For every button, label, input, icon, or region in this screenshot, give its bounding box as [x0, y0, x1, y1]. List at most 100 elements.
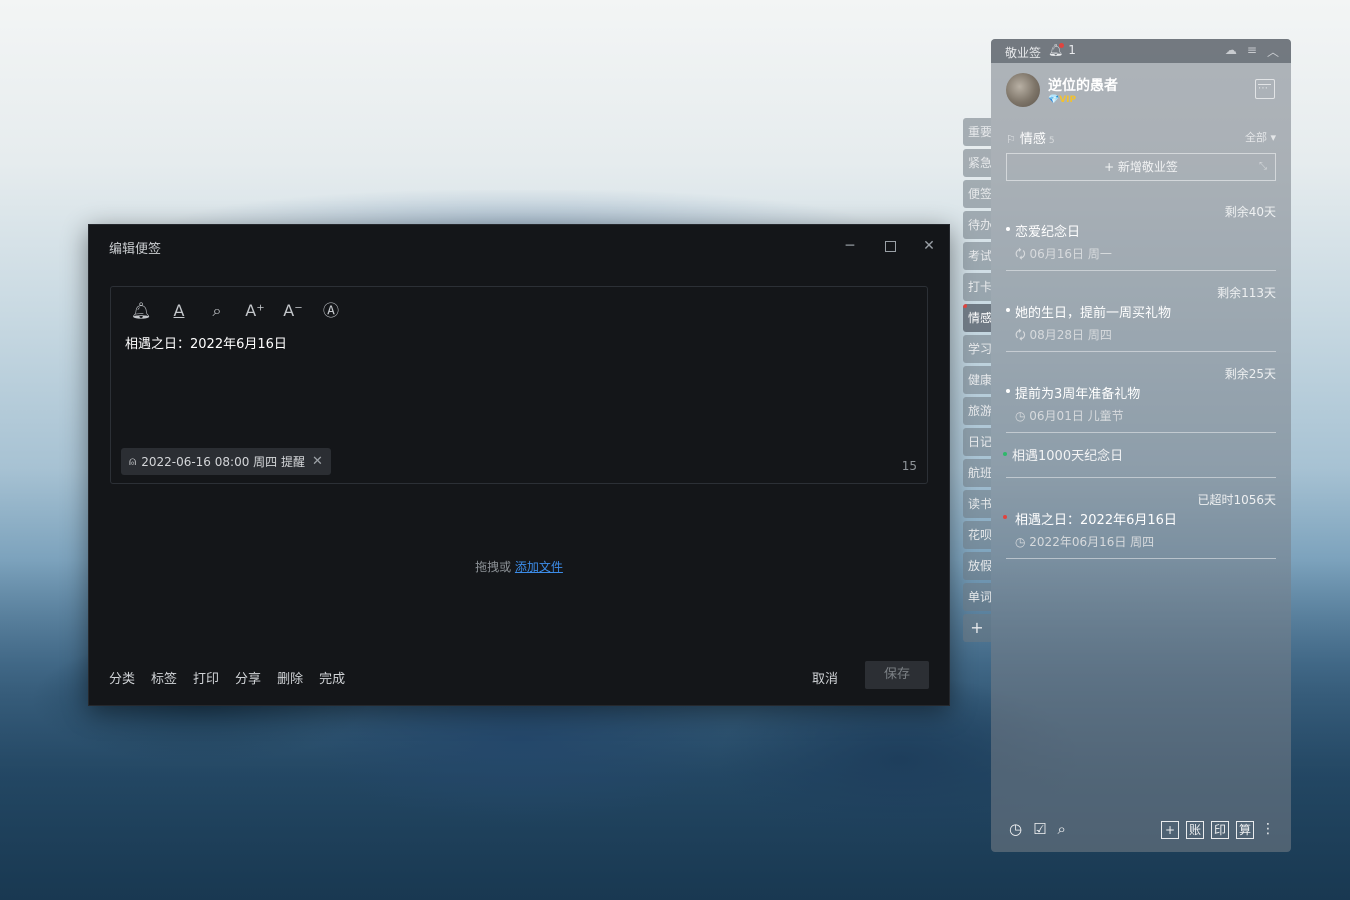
note-remain: 剩余40天: [1224, 205, 1276, 219]
note-remain: 剩余25天: [1224, 367, 1276, 381]
history-icon[interactable]: ◷: [1009, 820, 1022, 838]
note-remain: 剩余113天: [1217, 286, 1276, 300]
add-category-button[interactable]: +: [963, 614, 991, 642]
bottom-right-buttons: + 账 印 算 ⋮: [1161, 821, 1275, 839]
new-note-button[interactable]: + 新增敬业签 ⤡: [1006, 153, 1276, 181]
cancel-button[interactable]: 取消: [812, 668, 838, 687]
tab-diary[interactable]: 日记: [963, 428, 991, 456]
tab-emotion-label: 情感: [968, 311, 991, 325]
format-toolbar: 🔔︎ A ⌕ A⁺ A⁻ Ⓐ: [129, 299, 343, 323]
panel-header: 敬业签 🔔︎ 1 ☁ ≡ ︿: [991, 39, 1291, 63]
avatar[interactable]: [1006, 73, 1040, 107]
tab-reading[interactable]: 读书: [963, 490, 991, 518]
tab-health[interactable]: 健康: [963, 366, 991, 394]
vip-badge: 💎VIP: [1048, 95, 1077, 105]
tag-button[interactable]: 标签: [151, 668, 177, 687]
category-count: 5: [1048, 136, 1055, 146]
tab-study[interactable]: 学习: [963, 335, 991, 363]
note-bullet: [1003, 515, 1007, 519]
new-note-label: + 新增敬业签: [1104, 160, 1178, 174]
complete-button[interactable]: 完成: [319, 668, 345, 687]
tab-important[interactable]: 重要: [963, 118, 991, 146]
file-dropzone[interactable]: 拖拽或 添加文件: [89, 558, 949, 575]
delete-button[interactable]: 删除: [277, 668, 303, 687]
unread-dot: [963, 304, 967, 308]
tab-holiday[interactable]: 放假: [963, 552, 991, 580]
filter-dropdown[interactable]: 全部 ▾: [1245, 129, 1276, 145]
dialog-title: 编辑便签: [109, 242, 162, 257]
save-button[interactable]: 保存: [865, 661, 929, 689]
dropzone-text: 拖拽或: [475, 560, 515, 574]
tab-words[interactable]: 单词: [963, 583, 991, 611]
tab-urgent[interactable]: 紧急: [963, 149, 991, 177]
menu-icon[interactable]: ≡: [1247, 43, 1257, 60]
note-remain: 已超时1056天: [1197, 493, 1276, 507]
note-item[interactable]: 已超时1056天 相遇之日：2022年6月16日 ◷ 2022年06月16日 周…: [1003, 491, 1276, 559]
collapse-icon[interactable]: ︿: [1267, 43, 1279, 60]
todo-check-icon[interactable]: ☑: [1033, 820, 1046, 838]
tab-todo[interactable]: 待办: [963, 211, 991, 239]
more-icon[interactable]: ⋮: [1261, 821, 1275, 839]
divider: [1006, 351, 1276, 352]
divider: [1006, 432, 1276, 433]
minimize-button[interactable]: ─: [839, 235, 861, 257]
close-button[interactable]: ✕: [918, 235, 940, 257]
calculator-button[interactable]: 算: [1236, 821, 1254, 839]
current-category: ⚐ 情感 5 全部 ▾: [1006, 128, 1276, 147]
cloud-sync-icon[interactable]: ☁: [1225, 43, 1237, 60]
tab-exam[interactable]: 考试: [963, 242, 991, 270]
note-title: 相遇1000天纪念日: [1012, 449, 1124, 464]
expand-icon[interactable]: ⤡: [1259, 154, 1267, 180]
note-bullet: [1006, 389, 1010, 393]
share-button[interactable]: 分享: [235, 668, 261, 687]
search-icon[interactable]: ⌕: [1058, 820, 1066, 838]
add-note-button[interactable]: +: [1161, 821, 1179, 839]
tab-flight[interactable]: 航班: [963, 459, 991, 487]
note-meta: ◷ 2022年06月16日 周四: [1015, 535, 1155, 549]
bell-icon[interactable]: 🔔︎: [129, 299, 153, 323]
maximize-button[interactable]: [879, 235, 901, 257]
print-button[interactable]: 印: [1211, 821, 1229, 839]
calendar-icon[interactable]: [1255, 79, 1275, 99]
tab-memo[interactable]: 便签: [963, 180, 991, 208]
note-title: 提前为3周年准备礼物: [1015, 387, 1141, 402]
text-recognize-icon[interactable]: Ⓐ: [319, 299, 343, 323]
panel-top-icons: ☁ ≡ ︿: [1225, 43, 1279, 60]
tab-travel[interactable]: 旅游: [963, 397, 991, 425]
reminder-chip[interactable]: ⍝ 2022-06-16 08:00 周四 提醒 ✕: [121, 448, 331, 475]
note-item[interactable]: 剩余40天 恋爱纪念日 🗘 06月16日 周一: [1006, 203, 1276, 271]
notification-button[interactable]: 🔔︎ 1: [1048, 43, 1076, 57]
note-title: 她的生日，提前一周买礼物: [1015, 306, 1172, 321]
font-color-icon[interactable]: A: [167, 299, 191, 323]
note-meta: ◷ 06月01日 儿童节: [1015, 409, 1124, 423]
note-title: 恋爱纪念日: [1015, 225, 1081, 240]
note-editor[interactable]: 🔔︎ A ⌕ A⁺ A⁻ Ⓐ 相遇之日：2022年6月16日 ⍝ 2022-06…: [110, 286, 928, 484]
account-button[interactable]: 账: [1186, 821, 1204, 839]
tab-huabei[interactable]: 花呗: [963, 521, 991, 549]
font-increase-icon[interactable]: A⁺: [243, 299, 267, 323]
panel-bottom-bar: ◷ ☑ ⌕ + 账 印 算 ⋮: [991, 808, 1291, 852]
divider: [1006, 558, 1276, 559]
search-icon[interactable]: ⌕: [205, 299, 229, 323]
tab-checkin[interactable]: 打卡: [963, 273, 991, 301]
note-item[interactable]: 剩余113天 她的生日，提前一周买礼物 🗘 08月28日 周四: [1006, 284, 1276, 352]
add-file-link[interactable]: 添加文件: [515, 560, 563, 574]
footer-actions: 分类 标签 打印 分享 删除 完成: [109, 668, 345, 687]
note-content[interactable]: 相遇之日：2022年6月16日: [125, 333, 287, 352]
tab-emotion[interactable]: 情感: [963, 304, 991, 332]
char-count: 15: [901, 459, 917, 473]
remove-reminder-icon[interactable]: ✕: [312, 454, 323, 469]
edit-note-dialog: 编辑便签 ─ ✕ 🔔︎ A ⌕ A⁺ A⁻ Ⓐ 相遇之日：2022年6月16日 …: [88, 224, 950, 706]
print-button[interactable]: 打印: [193, 668, 219, 687]
note-item[interactable]: 相遇1000天纪念日: [1003, 444, 1276, 480]
note-bullet: [1006, 308, 1010, 312]
category-button[interactable]: 分类: [109, 668, 135, 687]
divider: [1006, 270, 1276, 271]
username: 逆位的愚者: [1048, 78, 1118, 94]
category-name: 情感: [1019, 132, 1046, 147]
note-item[interactable]: 剩余25天 提前为3周年准备礼物 ◷ 06月01日 儿童节: [1006, 365, 1276, 433]
note-title: 相遇之日：2022年6月16日: [1015, 513, 1177, 528]
user-profile: 逆位的愚者 💎VIP: [991, 63, 1291, 119]
font-decrease-icon[interactable]: A⁻: [281, 299, 305, 323]
notes-panel: 敬业签 🔔︎1 ☁ ≡ ︿ 逆位的愚者 💎VIP ⚐情感5 全部 ▾ + 新增敬…: [991, 39, 1291, 852]
